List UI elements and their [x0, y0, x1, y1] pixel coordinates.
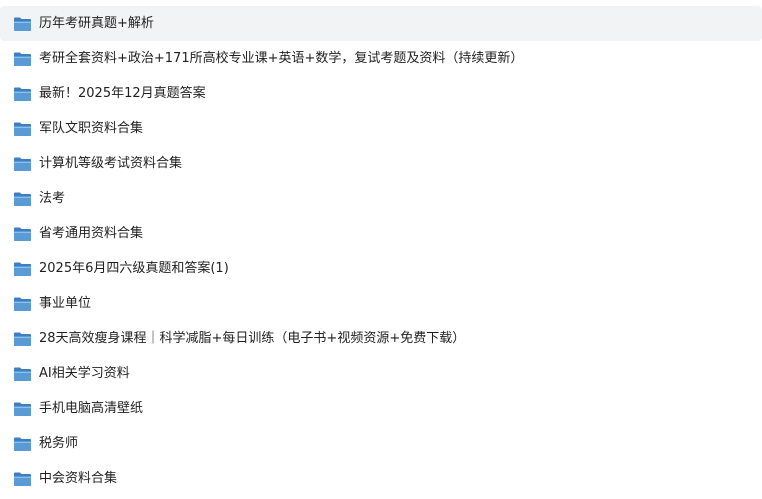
folder-row[interactable]: 最新！2025年12月真题答案: [0, 76, 762, 111]
folder-icon: [14, 262, 31, 276]
folder-row[interactable]: 手机电脑高清壁纸: [0, 391, 762, 426]
folder-name: 中会资料合集: [39, 470, 118, 486]
folder-row[interactable]: 省考通用资料合集: [0, 216, 762, 251]
folder-icon: [14, 367, 31, 381]
folder-icon: [14, 402, 31, 416]
folder-row[interactable]: 2025年6月四六级真题和答案(1): [0, 251, 762, 286]
folder-icon: [14, 122, 31, 136]
folder-name: 手机电脑高清壁纸: [39, 400, 144, 416]
folder-icon: [14, 157, 31, 171]
folder-row[interactable]: 28天高效瘦身课程｜科学减脂+每日训练（电子书+视频资源+免费下载）: [0, 321, 762, 356]
folder-row[interactable]: 计算机等级考试资料合集: [0, 146, 762, 181]
folder-name: 事业单位: [39, 295, 92, 311]
folder-row[interactable]: 历年考研真题+解析: [0, 6, 762, 41]
folder-name: 2025年6月四六级真题和答案(1): [39, 260, 229, 276]
folder-icon: [14, 332, 31, 346]
file-list: 历年考研真题+解析 考研全套资料+政治+171所高校专业课+英语+数学，复试考题…: [0, 0, 762, 499]
folder-row[interactable]: AI相关学习资料: [0, 356, 762, 391]
folder-icon: [14, 192, 31, 206]
folder-name: 省考通用资料合集: [39, 225, 144, 241]
folder-name: 28天高效瘦身课程｜科学减脂+每日训练（电子书+视频资源+免费下载）: [39, 330, 466, 346]
folder-name: 税务师: [39, 435, 79, 451]
folder-name: 计算机等级考试资料合集: [39, 155, 183, 171]
folder-icon: [14, 472, 31, 486]
folder-icon: [14, 87, 31, 101]
folder-row[interactable]: 法考: [0, 181, 762, 216]
folder-icon: [14, 52, 31, 66]
folder-icon: [14, 227, 31, 241]
folder-row[interactable]: 税务师: [0, 426, 762, 461]
folder-row[interactable]: 中会资料合集: [0, 461, 762, 496]
folder-row[interactable]: 考研全套资料+政治+171所高校专业课+英语+数学，复试考题及资料（持续更新）: [0, 41, 762, 76]
folder-name: 考研全套资料+政治+171所高校专业课+英语+数学，复试考题及资料（持续更新）: [39, 50, 524, 66]
folder-row[interactable]: 事业单位: [0, 286, 762, 321]
folder-icon: [14, 17, 31, 31]
folder-name: 历年考研真题+解析: [39, 15, 154, 31]
folder-name: AI相关学习资料: [39, 365, 130, 381]
folder-icon: [14, 297, 31, 311]
folder-name: 军队文职资料合集: [39, 120, 144, 136]
folder-icon: [14, 437, 31, 451]
folder-row[interactable]: 军队文职资料合集: [0, 111, 762, 146]
folder-name: 最新！2025年12月真题答案: [39, 85, 206, 101]
folder-name: 法考: [39, 190, 66, 206]
